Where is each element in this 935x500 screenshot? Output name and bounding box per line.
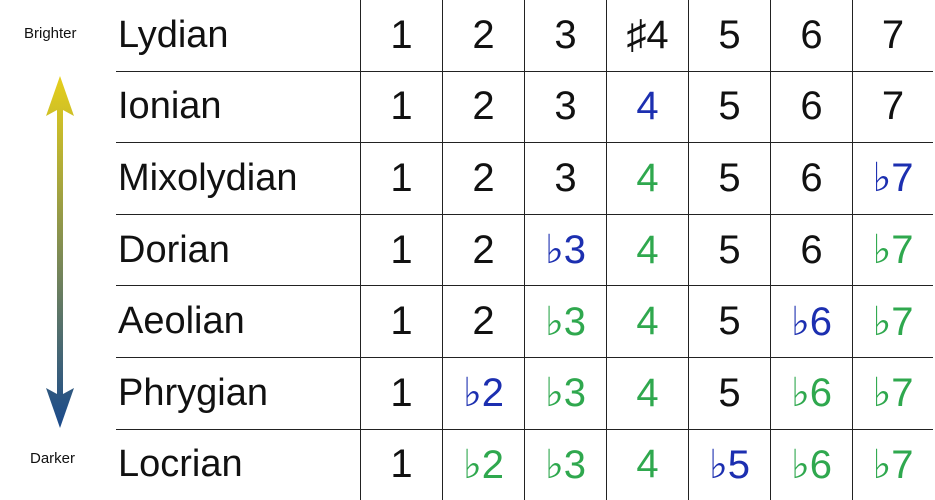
- mode-name: Lydian: [116, 0, 361, 72]
- scale-degree-6: 6: [770, 214, 853, 287]
- mode-row-locrian: Locrian 1 ♭2 ♭3 4 ♭5 ♭6 ♭7: [116, 429, 933, 500]
- scale-degree-2: 2: [442, 214, 525, 287]
- scale-degree-3: 3: [524, 0, 607, 72]
- scale-degree-7: ♭7: [852, 142, 933, 215]
- mode-row-phrygian: Phrygian 1 ♭2 ♭3 4 5 ♭6 ♭7: [116, 357, 933, 430]
- scale-degree-6: 6: [770, 0, 853, 72]
- scale-degree-7: ♭7: [852, 214, 933, 287]
- mode-row-ionian: Ionian 1 2 3 4 5 6 7: [116, 71, 933, 144]
- scale-degree-6: 6: [770, 142, 853, 215]
- scale-degree-1: 1: [360, 214, 443, 287]
- scale-degree-1: 1: [360, 285, 443, 358]
- scale-degree-2: 2: [442, 71, 525, 144]
- scale-degree-3: ♭3: [524, 357, 607, 430]
- scale-degree-1: 1: [360, 142, 443, 215]
- mode-row-mixolydian: Mixolydian 1 2 3 4 5 6 ♭7: [116, 142, 933, 215]
- scale-degree-3: ♭3: [524, 285, 607, 358]
- mode-name: Locrian: [118, 443, 243, 486]
- scale-degree-5: 5: [688, 214, 771, 287]
- scale-degree-7: 7: [852, 0, 933, 72]
- scale-degree-7: ♭7: [852, 357, 933, 430]
- scale-degree-2: 2: [442, 285, 525, 358]
- scale-degree-5: ♭5: [688, 429, 771, 500]
- scale-degree-3: ♭3: [524, 214, 607, 287]
- scale-degree-5: 5: [688, 0, 771, 72]
- scale-degree-6: ♭6: [770, 285, 853, 358]
- mode-row-lydian: Lydian 1 2 3 ♯4 5 6 7: [116, 0, 933, 72]
- scale-degree-4: 4: [606, 357, 689, 430]
- scale-degree-5: 5: [688, 285, 771, 358]
- mode-row-dorian: Dorian 1 2 ♭3 4 5 6 ♭7: [116, 214, 933, 287]
- scale-degree-4: 4: [606, 429, 689, 500]
- scale-degree-7: 7: [852, 71, 933, 144]
- scale-degree-4: ♯4: [606, 0, 689, 72]
- scale-degree-6: 6: [770, 71, 853, 144]
- scale-degree-1: 1: [360, 429, 443, 500]
- scale-degree-2: 2: [442, 0, 525, 72]
- scale-degree-4: 4: [606, 71, 689, 144]
- mode-name: Dorian: [116, 214, 361, 287]
- mode-name: Aeolian: [116, 285, 361, 358]
- scale-degree-2: ♭2: [442, 429, 525, 500]
- darker-label: Darker: [30, 450, 76, 467]
- scale-degree-2: 2: [442, 142, 525, 215]
- scale-degree-5: 5: [688, 142, 771, 215]
- scale-degree-2: ♭2: [442, 357, 525, 430]
- scale-degree-4: 4: [606, 142, 689, 215]
- mode-name: Mixolydian: [116, 142, 361, 215]
- mode-row-aeolian: Aeolian 1 2 ♭3 4 5 ♭6 ♭7: [116, 285, 933, 358]
- scale-degree-3: ♭3: [524, 429, 607, 500]
- scale-degree-3: 3: [524, 142, 607, 215]
- scale-degree-7: ♭7: [852, 429, 933, 500]
- scale-degree-1: 1: [360, 0, 443, 72]
- scale-degree-1: 1: [360, 357, 443, 430]
- scale-degree-4: 4: [606, 285, 689, 358]
- scale-degree-1: 1: [360, 71, 443, 144]
- scale-degree-3: 3: [524, 71, 607, 144]
- scale-degree-6: ♭6: [770, 357, 853, 430]
- mode-name: Ionian: [116, 71, 361, 144]
- brightness-arrow-icon: [46, 76, 74, 428]
- scale-degree-6: ♭6: [770, 429, 853, 500]
- scale-degree-5: 5: [688, 357, 771, 430]
- scale-degree-7: ♭7: [852, 285, 933, 358]
- mode-name: Phrygian: [116, 357, 361, 430]
- brighter-label: Brighter: [24, 25, 77, 42]
- scale-degree-5: 5: [688, 71, 771, 144]
- modes-table: Lydian 1 2 3 ♯4 5 6 7 Ionian 1 2 3 4 5 6 7 Mixolydian 1 2 3…: [116, 0, 933, 500]
- scale-degree-4: 4: [606, 214, 689, 287]
